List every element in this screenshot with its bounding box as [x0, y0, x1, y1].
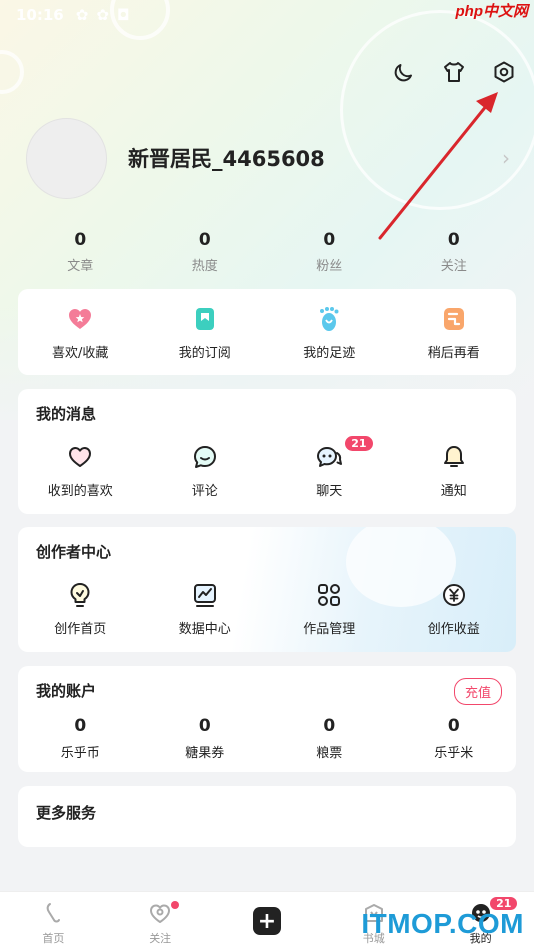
heart-star-icon [69, 309, 92, 329]
message-label: 通知 [440, 484, 467, 499]
account-title: 我的账户 [36, 682, 97, 700]
quick-links-card: 喜欢/收藏 我的订阅 我的足迹 稍后再看 [18, 289, 516, 375]
creator-label: 创作收益 [427, 622, 480, 637]
stat-value: 0 [323, 230, 336, 250]
stat-label: 关注 [440, 259, 467, 274]
watermark-bottom: ITMOP.COM [361, 908, 524, 939]
stat-label: 粉丝 [316, 259, 343, 274]
top-actions [392, 60, 516, 84]
nav-home[interactable]: 首页 [0, 892, 107, 950]
creator-data[interactable]: 数据中心 [143, 581, 268, 637]
quick-link-label: 我的订阅 [178, 346, 231, 361]
nav-create[interactable]: + [214, 892, 321, 950]
username[interactable]: 新晋居民_4465608 [128, 143, 325, 173]
plus-icon: + [252, 907, 281, 935]
recharge-button[interactable]: 充值 [453, 678, 502, 705]
creator-label: 数据中心 [178, 622, 231, 637]
quick-link-watch-later[interactable]: 稍后再看 [392, 305, 517, 361]
account-candy-coupon[interactable]: 0 糖果券 [143, 716, 268, 761]
heart-icon [69, 447, 92, 467]
creator-earnings[interactable]: 创作收益 [392, 581, 517, 637]
stat-label: 文章 [67, 259, 94, 274]
chevron-right-icon[interactable]: › [502, 146, 510, 170]
home-icon [47, 903, 61, 923]
watermark-logo: php中文网 [455, 3, 529, 20]
more-services-title[interactable]: 更多服务 [36, 802, 96, 823]
account-label: 糖果券 [185, 746, 225, 761]
follow-icon [150, 904, 171, 923]
bulb-icon [70, 583, 90, 607]
status-time: 10:16 [16, 6, 64, 24]
quick-link-label: 稍后再看 [427, 346, 480, 361]
stat-label: 热度 [191, 259, 218, 274]
quick-link-subscriptions[interactable]: 我的订阅 [143, 305, 268, 361]
stat-articles[interactable]: 0 文章 [18, 230, 143, 274]
footprint-icon [320, 307, 339, 331]
message-chat[interactable]: 21 聊天 [267, 435, 392, 499]
stat-following[interactable]: 0 关注 [392, 230, 517, 274]
account-lehu-coin[interactable]: 0 乐乎币 [18, 716, 143, 761]
creator-works[interactable]: 作品管理 [267, 581, 392, 637]
nav-label: 关注 [149, 932, 172, 945]
moon-icon[interactable] [392, 60, 416, 84]
avatar[interactable] [26, 118, 107, 199]
watch-later-icon [443, 308, 464, 330]
account-lehu-rice[interactable]: 0 乐乎米 [392, 716, 517, 761]
quick-link-label: 喜欢/收藏 [52, 346, 109, 361]
status-app-icon: ✿ [75, 6, 89, 24]
chat-unread-badge: 21 [344, 435, 374, 452]
bookmark-icon [195, 308, 214, 330]
account-value: 0 [323, 716, 336, 736]
messages-card: 我的消息 收到的喜欢 评论 21 聊天 通知 [18, 389, 516, 514]
stat-heat[interactable]: 0 热度 [143, 230, 268, 274]
settings-icon[interactable] [492, 60, 516, 84]
bell-icon [443, 446, 464, 467]
chat-icon [317, 447, 343, 467]
account-value: 0 [198, 716, 211, 736]
more-services-card: 更多服务 [18, 786, 516, 847]
message-label: 收到的喜欢 [47, 484, 113, 499]
creator-title: 创作者中心 [36, 543, 112, 561]
creator-card: 创作者中心 创作首页 数据中心 作品管理 创作收益 [18, 527, 516, 652]
profile-stats: 0 文章 0 热度 0 粉丝 0 关注 [18, 230, 516, 274]
stat-value: 0 [74, 230, 87, 250]
account-food-ticket[interactable]: 0 粮票 [267, 716, 392, 761]
yen-icon [442, 584, 465, 606]
account-label: 乐乎米 [434, 746, 474, 761]
shirt-icon[interactable] [442, 60, 466, 84]
account-value: 0 [447, 716, 460, 736]
creator-home[interactable]: 创作首页 [18, 581, 143, 637]
quick-link-label: 我的足迹 [303, 346, 356, 361]
status-bar: 10:16 ✿ ✿ ◘ [0, 0, 534, 30]
decor-circle [340, 10, 534, 210]
grid-manage-icon [318, 584, 341, 606]
nav-label: 首页 [42, 932, 65, 945]
message-likes[interactable]: 收到的喜欢 [18, 443, 143, 499]
stat-value: 0 [447, 230, 460, 250]
account-label: 乐乎币 [60, 746, 100, 761]
account-label: 粮票 [316, 746, 343, 761]
creator-label: 作品管理 [303, 622, 356, 637]
stat-fans[interactable]: 0 粉丝 [267, 230, 392, 274]
status-app-icon: ◘ [116, 6, 130, 24]
follow-dot [170, 901, 179, 909]
creator-label: 创作首页 [54, 622, 107, 637]
messages-title: 我的消息 [36, 405, 97, 423]
stat-value: 0 [198, 230, 211, 250]
message-comments[interactable]: 评论 [143, 443, 268, 499]
account-value: 0 [74, 716, 87, 736]
data-chart-icon [193, 584, 216, 607]
message-label: 评论 [191, 484, 218, 499]
status-app-icon: ✿ [96, 6, 109, 24]
account-card: 我的账户 充值 0 乐乎币 0 糖果券 0 粮票 0 乐乎米 [18, 666, 516, 772]
comment-icon [193, 446, 216, 468]
message-notifications[interactable]: 通知 [392, 443, 517, 499]
message-label: 聊天 [316, 484, 343, 499]
quick-link-footprints[interactable]: 我的足迹 [267, 305, 392, 361]
quick-link-likes[interactable]: 喜欢/收藏 [18, 305, 143, 361]
nav-follow[interactable]: 关注 [107, 892, 214, 950]
